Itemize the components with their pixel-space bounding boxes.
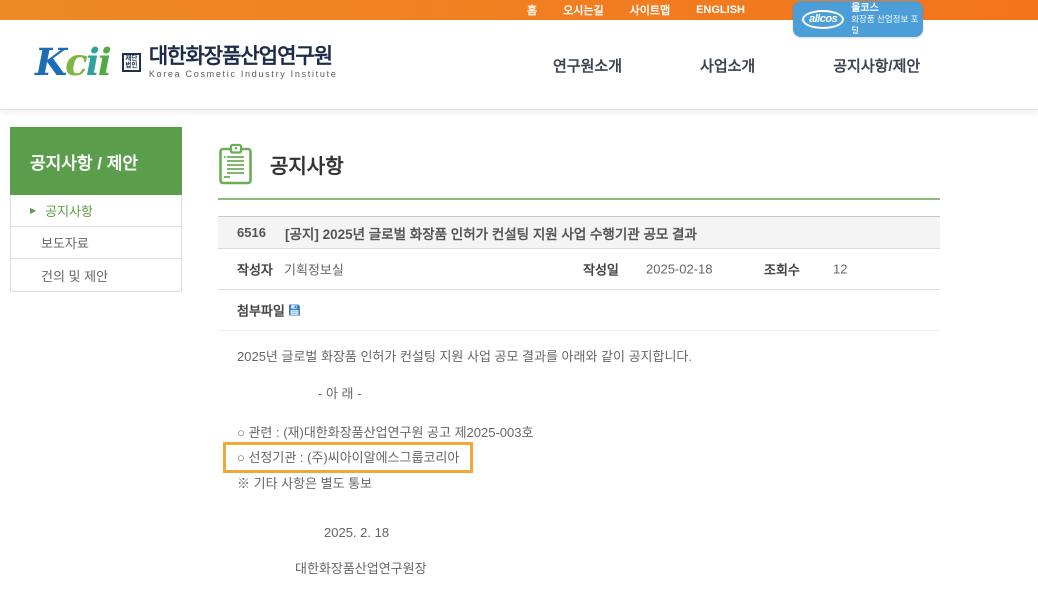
- body-signature: 대한화장품산업연구원장: [295, 561, 940, 576]
- allcos-portal-badge[interactable]: allcos 올코스 화장품 산업정보 포털: [793, 1, 923, 37]
- topbar-link-sitemap[interactable]: 사이트맵: [630, 2, 670, 18]
- sidebar-item-label: 건의 및 제안: [41, 266, 108, 285]
- body-date: 2025. 2. 18: [324, 525, 940, 540]
- body-etc-line: ※ 기타 사항은 별도 통보: [237, 476, 940, 491]
- floppy-disk-icon[interactable]: [288, 304, 301, 317]
- nav-item-notice[interactable]: 공지사항/제안: [833, 55, 920, 76]
- nav-item-business[interactable]: 사업소개: [700, 55, 755, 76]
- views-value: 12: [833, 262, 847, 277]
- topbar-link-english[interactable]: ENGLISH: [696, 4, 745, 16]
- kcii-logo[interactable]: Kcii 재단 법인 대한화장품산업연구원 Korea Cosmetic Ind…: [35, 42, 338, 82]
- body-below-marker: - 아 래 -: [318, 386, 940, 401]
- sidebar: 공지사항 / 제안 ▶ 공지사항 보도자료 건의 및 제안: [10, 127, 182, 292]
- notice-body: 2025년 글로벌 화장품 인허가 컨설팅 지원 사업 공모 결과를 아래와 같…: [218, 349, 940, 576]
- body-intro: 2025년 글로벌 화장품 인허가 컨설팅 지원 사업 공모 결과를 아래와 같…: [237, 349, 940, 364]
- sidebar-item-press[interactable]: 보도자료: [11, 227, 181, 259]
- org-name-block: 대한화장품산업연구원 Korea Cosmetic Industry Insti…: [149, 45, 338, 79]
- active-arrow-icon: ▶: [30, 207, 36, 215]
- allcos-caption: 올코스 화장품 산업정보 포털: [851, 3, 923, 36]
- allcos-caption-line2: 화장품 산업정보 포털: [851, 14, 923, 36]
- foundation-seal: 재단 법인: [122, 53, 141, 72]
- body-selected-line: ○ 선정기관 : (주)씨아이알에스그룹코리아: [237, 450, 459, 465]
- allcos-caption-line1: 올코스: [851, 3, 923, 14]
- notice-title: [공지] 2025년 글로벌 화장품 인허가 컨설팅 지원 사업 수행기관 공모…: [285, 223, 697, 243]
- author-label: 작성자: [237, 260, 273, 279]
- date-label: 작성일: [583, 260, 619, 279]
- org-name-english: Korea Cosmetic Industry Institute: [149, 69, 338, 79]
- page-title: 공지사항: [270, 150, 344, 179]
- sidebar-item-notice[interactable]: ▶ 공지사항: [11, 195, 181, 227]
- sidebar-item-suggestion[interactable]: 건의 및 제안: [11, 259, 181, 291]
- sidebar-item-label: 공지사항: [45, 201, 93, 220]
- topbar-link-directions[interactable]: 오시는길: [563, 2, 603, 18]
- sidebar-item-label: 보도자료: [41, 233, 89, 252]
- notice-detail: 공지사항 6516 [공지] 2025년 글로벌 화장품 인허가 컨설팅 지원 …: [218, 140, 940, 576]
- title-divider: [218, 198, 940, 200]
- allcos-logo: allcos: [802, 10, 844, 29]
- highlight-box: ○ 선정기관 : (주)씨아이알에스그룹코리아: [223, 442, 473, 473]
- notice-number: 6516: [237, 225, 285, 240]
- page-heading: 공지사항: [218, 140, 940, 188]
- attachment-label: 첨부파일: [237, 301, 285, 320]
- body-related-line: ○ 관련 : (재)대한화장품산업연구원 공고 제2025-003호: [237, 425, 940, 440]
- topbar-link-home[interactable]: 홈: [527, 2, 537, 18]
- attachment-row: 첨부파일: [218, 290, 940, 331]
- sidebar-menu: ▶ 공지사항 보도자료 건의 및 제안: [10, 195, 182, 292]
- notice-meta-row: 작성자 기획정보실 작성일 2025-02-18 조회수 12: [218, 249, 940, 290]
- views-label: 조회수: [764, 260, 800, 279]
- top-utility-links: 홈 오시는길 사이트맵 ENGLISH: [527, 0, 745, 20]
- notice-title-row: 6516 [공지] 2025년 글로벌 화장품 인허가 컨설팅 지원 사업 수행…: [218, 216, 940, 249]
- nav-item-about[interactable]: 연구원소개: [553, 55, 622, 76]
- kcii-logo-script: Kcii: [35, 42, 110, 82]
- sidebar-title: 공지사항 / 제안: [10, 127, 182, 195]
- clipboard-icon: [218, 143, 255, 186]
- date-value: 2025-02-18: [646, 262, 713, 277]
- org-name-korean: 대한화장품산업연구원: [149, 45, 338, 68]
- author-value: 기획정보실: [284, 260, 344, 279]
